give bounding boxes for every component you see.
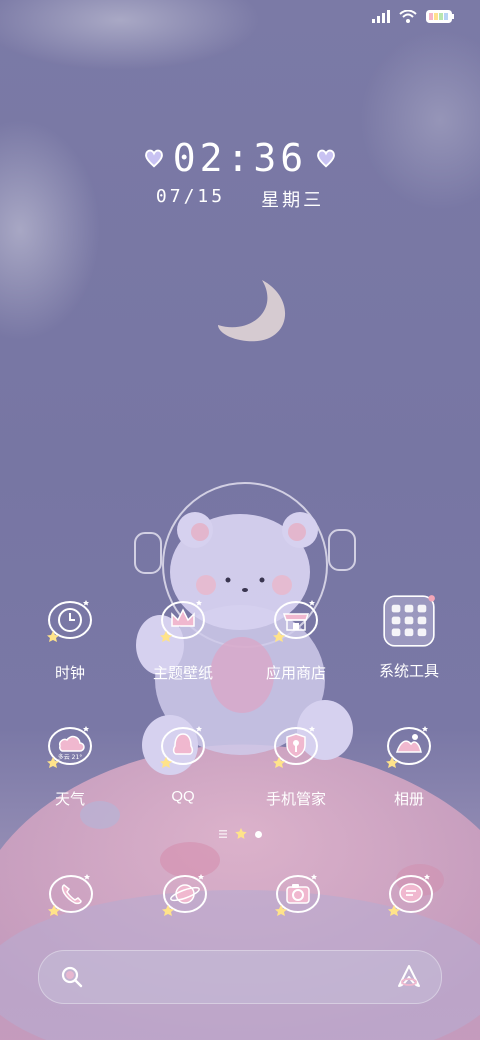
home-screen: 02:36 07/15 星期三 时钟 主题壁纸 应用商店 系统工具 多云 21°… — [0, 0, 480, 1040]
heart-icon — [317, 149, 336, 168]
wifi-icon — [399, 10, 417, 23]
page-dot[interactable] — [254, 830, 262, 838]
app-clock[interactable]: 时钟 — [14, 596, 126, 683]
messages-icon[interactable] — [386, 870, 436, 920]
app-store[interactable]: 应用商店 — [240, 596, 352, 683]
clock-date: 07/15 — [155, 186, 226, 207]
folder-icon — [383, 595, 435, 647]
clock-time: 02:36 — [172, 136, 308, 180]
weather-badge: 多云 21° — [58, 753, 83, 761]
clock-weekday: 星期三 — [261, 190, 325, 211]
app-label: 主题壁纸 — [152, 665, 213, 682]
app-label: QQ — [171, 788, 195, 805]
qq-icon — [160, 726, 205, 768]
folder-system-tools[interactable]: 系统工具 — [353, 594, 465, 681]
weather-icon: 多云 21° — [47, 726, 92, 768]
app-theme-wallpaper[interactable]: 主题壁纸 — [127, 596, 239, 683]
app-gallery[interactable]: 相册 — [353, 722, 465, 809]
shield-icon — [273, 726, 318, 768]
app-label: 相册 — [393, 791, 424, 808]
phone-icon[interactable] — [46, 870, 96, 920]
gallery-icon — [386, 726, 431, 768]
battery-icon — [426, 10, 454, 23]
browser-icon[interactable] — [160, 870, 210, 920]
page-list-icon[interactable] — [218, 830, 227, 838]
search-icon[interactable] — [59, 964, 85, 990]
app-label: 天气 — [54, 791, 85, 808]
page-dot-active[interactable] — [234, 828, 247, 840]
app-phone-manager[interactable]: 手机管家 — [240, 722, 352, 809]
app-label: 手机管家 — [265, 791, 326, 808]
app-label: 应用商店 — [265, 665, 326, 682]
moon-shape — [218, 280, 286, 342]
store-icon — [273, 600, 318, 642]
heart-icon — [144, 149, 163, 168]
app-label: 系统工具 — [378, 663, 439, 680]
clock-widget[interactable]: 02:36 07/15 星期三 — [0, 136, 480, 212]
assistant-icon[interactable] — [395, 964, 423, 990]
crown-icon — [160, 600, 205, 642]
page-indicator[interactable] — [0, 828, 480, 840]
camera-icon[interactable] — [273, 870, 323, 920]
signal-icon — [372, 10, 390, 23]
app-qq[interactable]: QQ — [127, 722, 239, 805]
app-weather[interactable]: 多云 21° 天气 — [14, 722, 126, 809]
clock-icon — [47, 600, 92, 642]
app-label: 时钟 — [54, 665, 85, 682]
status-bar — [372, 10, 454, 23]
search-bar[interactable] — [38, 950, 442, 1004]
